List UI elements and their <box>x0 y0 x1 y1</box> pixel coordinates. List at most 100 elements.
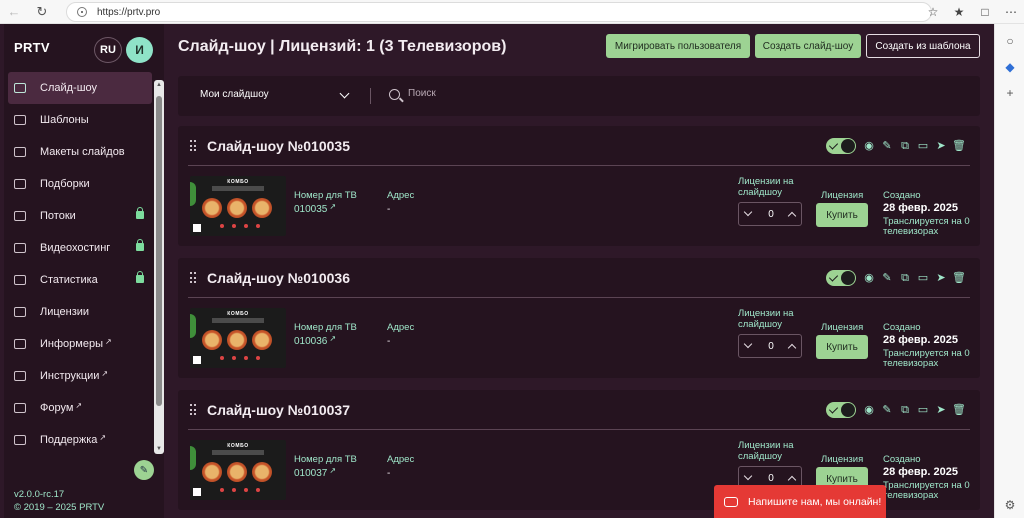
copy-icon[interactable]: ⧉ <box>898 271 912 285</box>
tv-number-link[interactable]: 010036 ↗ <box>294 334 336 347</box>
drag-handle-icon[interactable] <box>190 272 196 284</box>
licenses-label: Лицензии на слайдшоу <box>738 176 794 198</box>
sidebar-item-10[interactable]: Инструкции ↗ <box>8 360 152 392</box>
avatar[interactable]: И <box>126 37 153 63</box>
app-version: v2.0.0-rc.17 <box>14 489 65 500</box>
sidebar-item-6[interactable]: Видеохостинг <box>8 232 152 264</box>
slideshow-title[interactable]: Слайд-шоу №010036 <box>207 270 350 286</box>
create-from-template-button[interactable]: Создать из шаблона <box>866 34 980 58</box>
slideshow-title[interactable]: Слайд-шоу №010035 <box>207 138 350 154</box>
thumb-leaf <box>190 182 196 206</box>
edit-icon[interactable]: ✎ <box>880 403 894 417</box>
scroll-up-icon[interactable]: ▲ <box>155 82 163 88</box>
support-icon <box>14 435 26 445</box>
address-bar[interactable]: https://prtv.pro <box>66 2 932 22</box>
chevron-down-icon[interactable] <box>339 88 350 99</box>
collections-icon <box>14 179 26 189</box>
copy-icon[interactable]: ⧉ <box>898 139 912 153</box>
favorites-icon[interactable]: ★ <box>946 5 972 19</box>
sidebar-item-label: Макеты слайдов <box>40 146 125 158</box>
slideshow-thumbnail[interactable]: КОМБО <box>190 440 286 500</box>
buy-button[interactable]: Купить <box>816 335 868 359</box>
settings-icon[interactable]: ⚙ <box>995 492 1024 518</box>
collections-icon[interactable]: □ <box>972 5 998 19</box>
thumb-subtitle <box>212 450 264 455</box>
scrollbar-thumb[interactable] <box>156 96 162 406</box>
sidebar-item-1[interactable]: Слайд-шоу <box>8 72 152 104</box>
slideshow-filter-select[interactable]: Мои слайдшоу <box>200 89 269 100</box>
sidebar-item-label: Слайд-шоу <box>40 82 98 94</box>
active-toggle[interactable] <box>826 270 856 286</box>
back-icon[interactable]: ← <box>0 0 28 24</box>
slideshow-thumbnail[interactable]: КОМБО <box>190 308 286 368</box>
edit-icon[interactable]: ✎ <box>880 139 894 153</box>
trash-icon[interactable]: 🗑 <box>952 403 966 417</box>
create-slideshow-button[interactable]: Создать слайд-шоу <box>755 34 861 58</box>
drag-handle-icon[interactable] <box>190 404 196 416</box>
tv-number-label: Номер для ТВ <box>294 190 357 201</box>
licenses-stepper[interactable]: 0 <box>738 334 802 358</box>
eye-icon[interactable]: ◉ <box>862 271 876 285</box>
eye-icon[interactable]: ◉ <box>862 139 876 153</box>
slideshow-thumbnail[interactable]: КОМБО <box>190 176 286 236</box>
chat-label: Напишите нам, мы онлайн! <box>748 495 882 508</box>
created-label: Создано <box>883 322 921 333</box>
address-value: - <box>387 204 391 215</box>
sidebar-item-11[interactable]: Форум ↗ <box>8 392 152 424</box>
edit-pencil-button[interactable]: ✎ <box>134 460 154 480</box>
pizza-image <box>227 330 247 350</box>
add-sidebar-icon[interactable]: + <box>995 80 1024 106</box>
sidebar-item-9[interactable]: Информеры ↗ <box>8 328 152 360</box>
address-value: - <box>387 468 391 479</box>
active-toggle[interactable] <box>826 138 856 154</box>
pizza-image <box>202 330 222 350</box>
sidebar-item-label: Лицензии <box>40 306 90 318</box>
site-info-icon[interactable] <box>77 7 87 17</box>
sidebar-item-3[interactable]: Макеты слайдов <box>8 136 152 168</box>
migrate-user-button[interactable]: Мигрировать пользователя <box>606 34 750 58</box>
reload-icon[interactable]: ↻ <box>28 0 56 24</box>
licenses-icon <box>14 307 26 317</box>
brand-logo[interactable]: PRTV <box>14 40 50 55</box>
edit-icon[interactable]: ✎ <box>880 271 894 285</box>
licenses-stepper[interactable]: 0 <box>738 202 802 226</box>
sidebar-item-12[interactable]: Поддержка ↗ <box>8 424 152 456</box>
check-icon <box>828 140 839 150</box>
informers-icon <box>14 339 26 349</box>
sidebar-item-8[interactable]: Лицензии <box>8 296 152 328</box>
send-icon[interactable]: ➤ <box>934 139 948 153</box>
drag-handle-icon[interactable] <box>190 140 196 152</box>
instructions-icon <box>14 371 26 381</box>
slideshow-title[interactable]: Слайд-шоу №010037 <box>207 402 350 418</box>
folder-icon[interactable]: ▭ <box>916 139 930 153</box>
copilot-icon[interactable]: ◆ <box>995 54 1024 80</box>
more-menu-icon[interactable]: ⋯ <box>998 5 1024 19</box>
trash-icon[interactable]: 🗑 <box>952 271 966 285</box>
buy-button[interactable]: Купить <box>816 203 868 227</box>
search-input[interactable] <box>408 88 608 99</box>
tv-number-link[interactable]: 010035 ↗ <box>294 202 336 215</box>
sidebar-item-2[interactable]: Шаблоны <box>8 104 152 136</box>
templates-icon <box>14 115 26 125</box>
folder-icon[interactable]: ▭ <box>916 403 930 417</box>
search-sidebar-icon[interactable]: ○ <box>995 28 1024 54</box>
send-icon[interactable]: ➤ <box>934 403 948 417</box>
active-toggle[interactable] <box>826 402 856 418</box>
folder-icon[interactable]: ▭ <box>916 271 930 285</box>
favorite-star-icon[interactable]: ☆ <box>920 5 946 19</box>
sidebar-item-5[interactable]: Потоки <box>8 200 152 232</box>
thumb-title: КОМБО <box>227 443 249 449</box>
trash-icon[interactable]: 🗑 <box>952 139 966 153</box>
copy-icon[interactable]: ⧉ <box>898 403 912 417</box>
sidebar-item-7[interactable]: Статистика <box>8 264 152 296</box>
thumb-icons <box>220 224 260 228</box>
eye-icon[interactable]: ◉ <box>862 403 876 417</box>
tv-number-link[interactable]: 010037 ↗ <box>294 466 336 479</box>
sidebar-item-4[interactable]: Подборки <box>8 168 152 200</box>
language-button[interactable]: RU <box>94 37 122 63</box>
scroll-down-icon[interactable]: ▼ <box>155 446 163 452</box>
tv-number-value: 010035 <box>294 204 328 215</box>
sidebar-scrollbar[interactable]: ▲ ▼ <box>154 80 164 454</box>
chat-widget-button[interactable]: Напишите нам, мы онлайн! <box>714 485 886 518</box>
send-icon[interactable]: ➤ <box>934 271 948 285</box>
